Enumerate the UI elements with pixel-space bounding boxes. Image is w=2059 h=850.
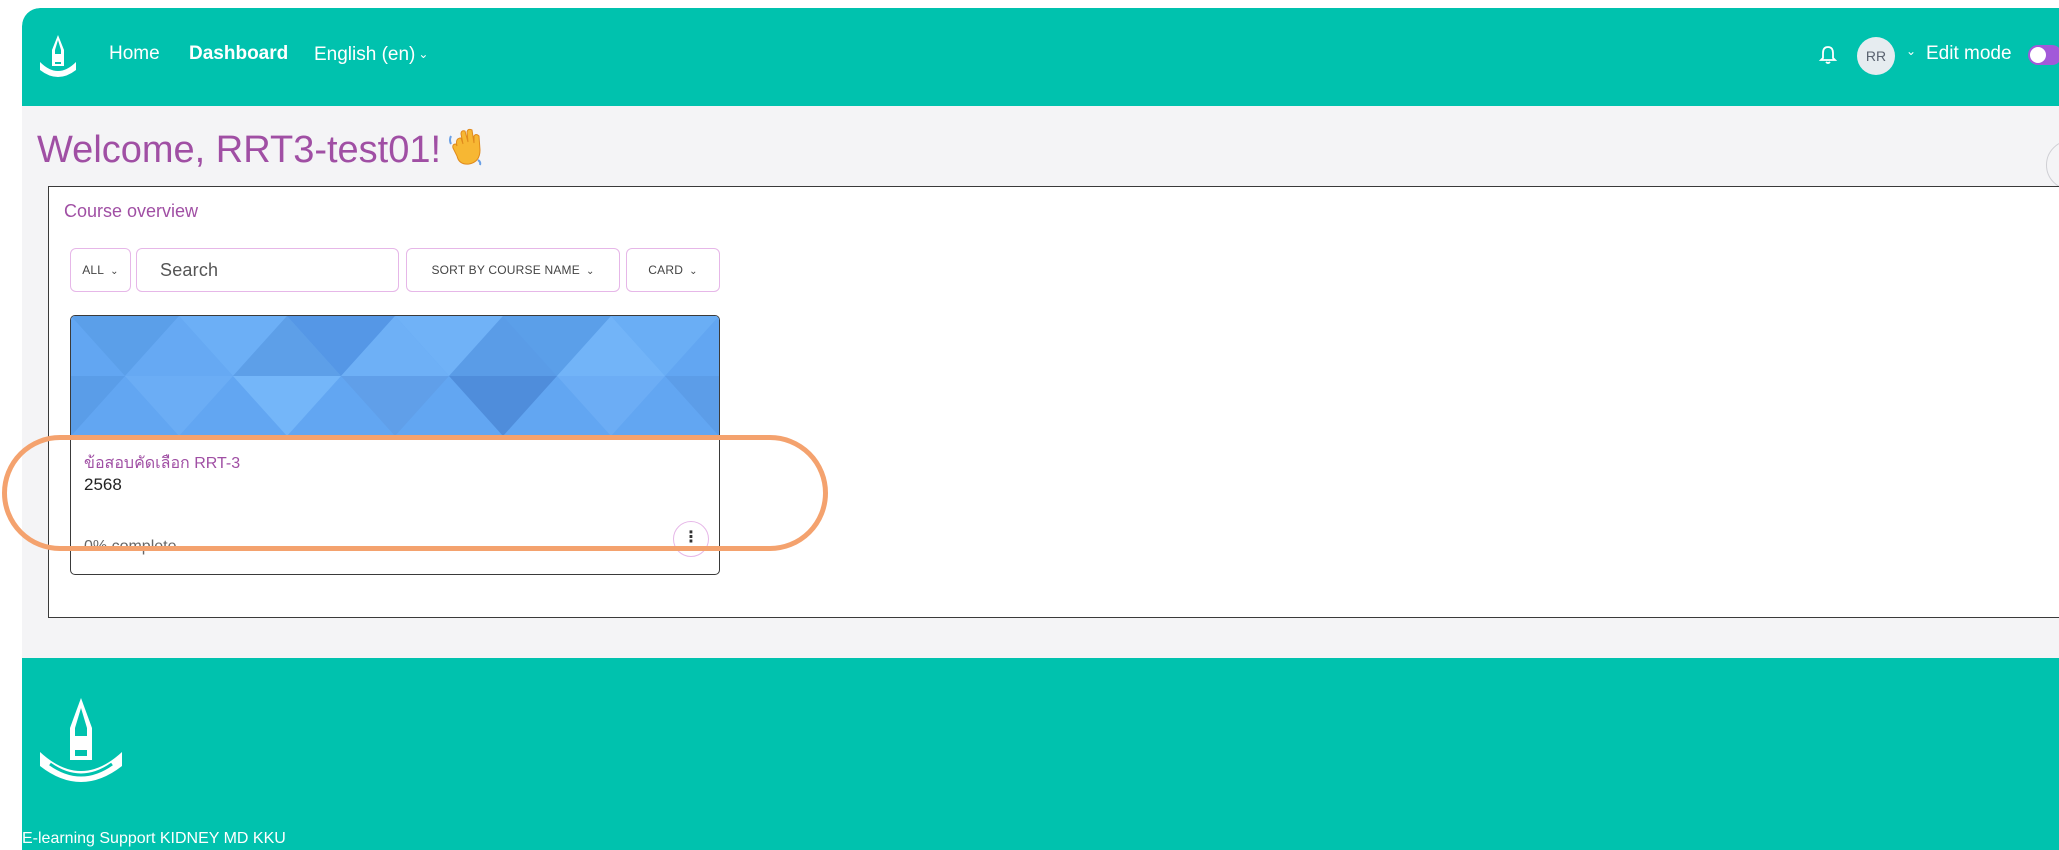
edit-mode-toggle[interactable] (2028, 45, 2059, 65)
waving-hand-icon (449, 128, 483, 176)
course-card[interactable]: ข้อสอบคัดเลือก RRT-3 2568 0% complete ⋮ (70, 315, 720, 575)
welcome-heading: Welcome, RRT3-test01! (37, 128, 483, 176)
footer-site-name: E-learning Support KIDNEY MD KKU (22, 830, 286, 847)
nav-dashboard-link[interactable]: Dashboard (189, 42, 288, 66)
welcome-text: Welcome, RRT3-test01! (37, 129, 442, 171)
sort-label: SORT BY COURSE NAME (431, 263, 580, 277)
chevron-down-icon: ⌄ (418, 47, 429, 61)
course-actions-button[interactable]: ⋮ (673, 521, 709, 557)
course-image[interactable] (71, 316, 719, 436)
faculty-logo-icon[interactable] (36, 32, 80, 82)
faculty-logo-icon (40, 698, 122, 782)
page-footer: E-learning Support KIDNEY MD KKU (22, 658, 2059, 850)
page-frame: Home Dashboard English (en) ⌄ RR ⌄ Edit m… (22, 8, 2059, 850)
course-name-link[interactable]: ข้อสอบคัดเลือก RRT-3 (84, 451, 240, 476)
top-navbar: Home Dashboard English (en) ⌄ RR ⌄ Edit m… (22, 8, 2059, 106)
course-overview-block: Course overview ALL ⌄ Search SORT BY COUR… (48, 186, 2059, 618)
edit-mode-label: Edit mode (1926, 43, 2012, 64)
chevron-down-icon: ⌄ (585, 266, 595, 277)
filter-label: ALL (82, 263, 105, 277)
course-progress-text: 0% complete (84, 538, 177, 555)
language-label: English (en) (314, 44, 416, 65)
chevron-down-icon: ⌄ (689, 266, 698, 277)
user-avatar[interactable]: RR (1857, 37, 1895, 75)
block-title: Course overview (64, 201, 199, 221)
user-menu-chevron-icon[interactable]: ⌄ (1906, 44, 1916, 58)
search-input[interactable]: Search (136, 248, 399, 292)
filter-dropdown[interactable]: ALL ⌄ (70, 248, 131, 292)
view-dropdown[interactable]: CARD ⌄ (626, 248, 720, 292)
block-drawer-toggle[interactable] (2046, 140, 2059, 190)
nav-home-link[interactable]: Home (109, 42, 160, 66)
view-label: CARD (648, 263, 684, 277)
sort-dropdown[interactable]: SORT BY COURSE NAME ⌄ (406, 248, 620, 292)
language-menu[interactable]: English (en) ⌄ (314, 42, 428, 67)
notification-bell-icon[interactable] (1817, 44, 1839, 66)
chevron-down-icon: ⌄ (110, 266, 119, 277)
toggle-knob (2030, 47, 2046, 63)
course-category: 2568 (84, 475, 122, 494)
